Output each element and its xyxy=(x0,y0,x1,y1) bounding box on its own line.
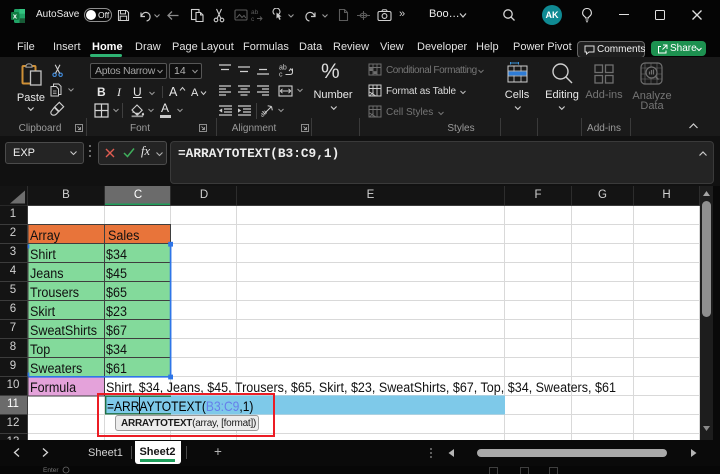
svg-text:ab: ab xyxy=(279,65,287,72)
svg-text:c: c xyxy=(251,16,255,22)
svg-text:c: c xyxy=(279,72,283,78)
svg-text:ab: ab xyxy=(251,9,259,16)
